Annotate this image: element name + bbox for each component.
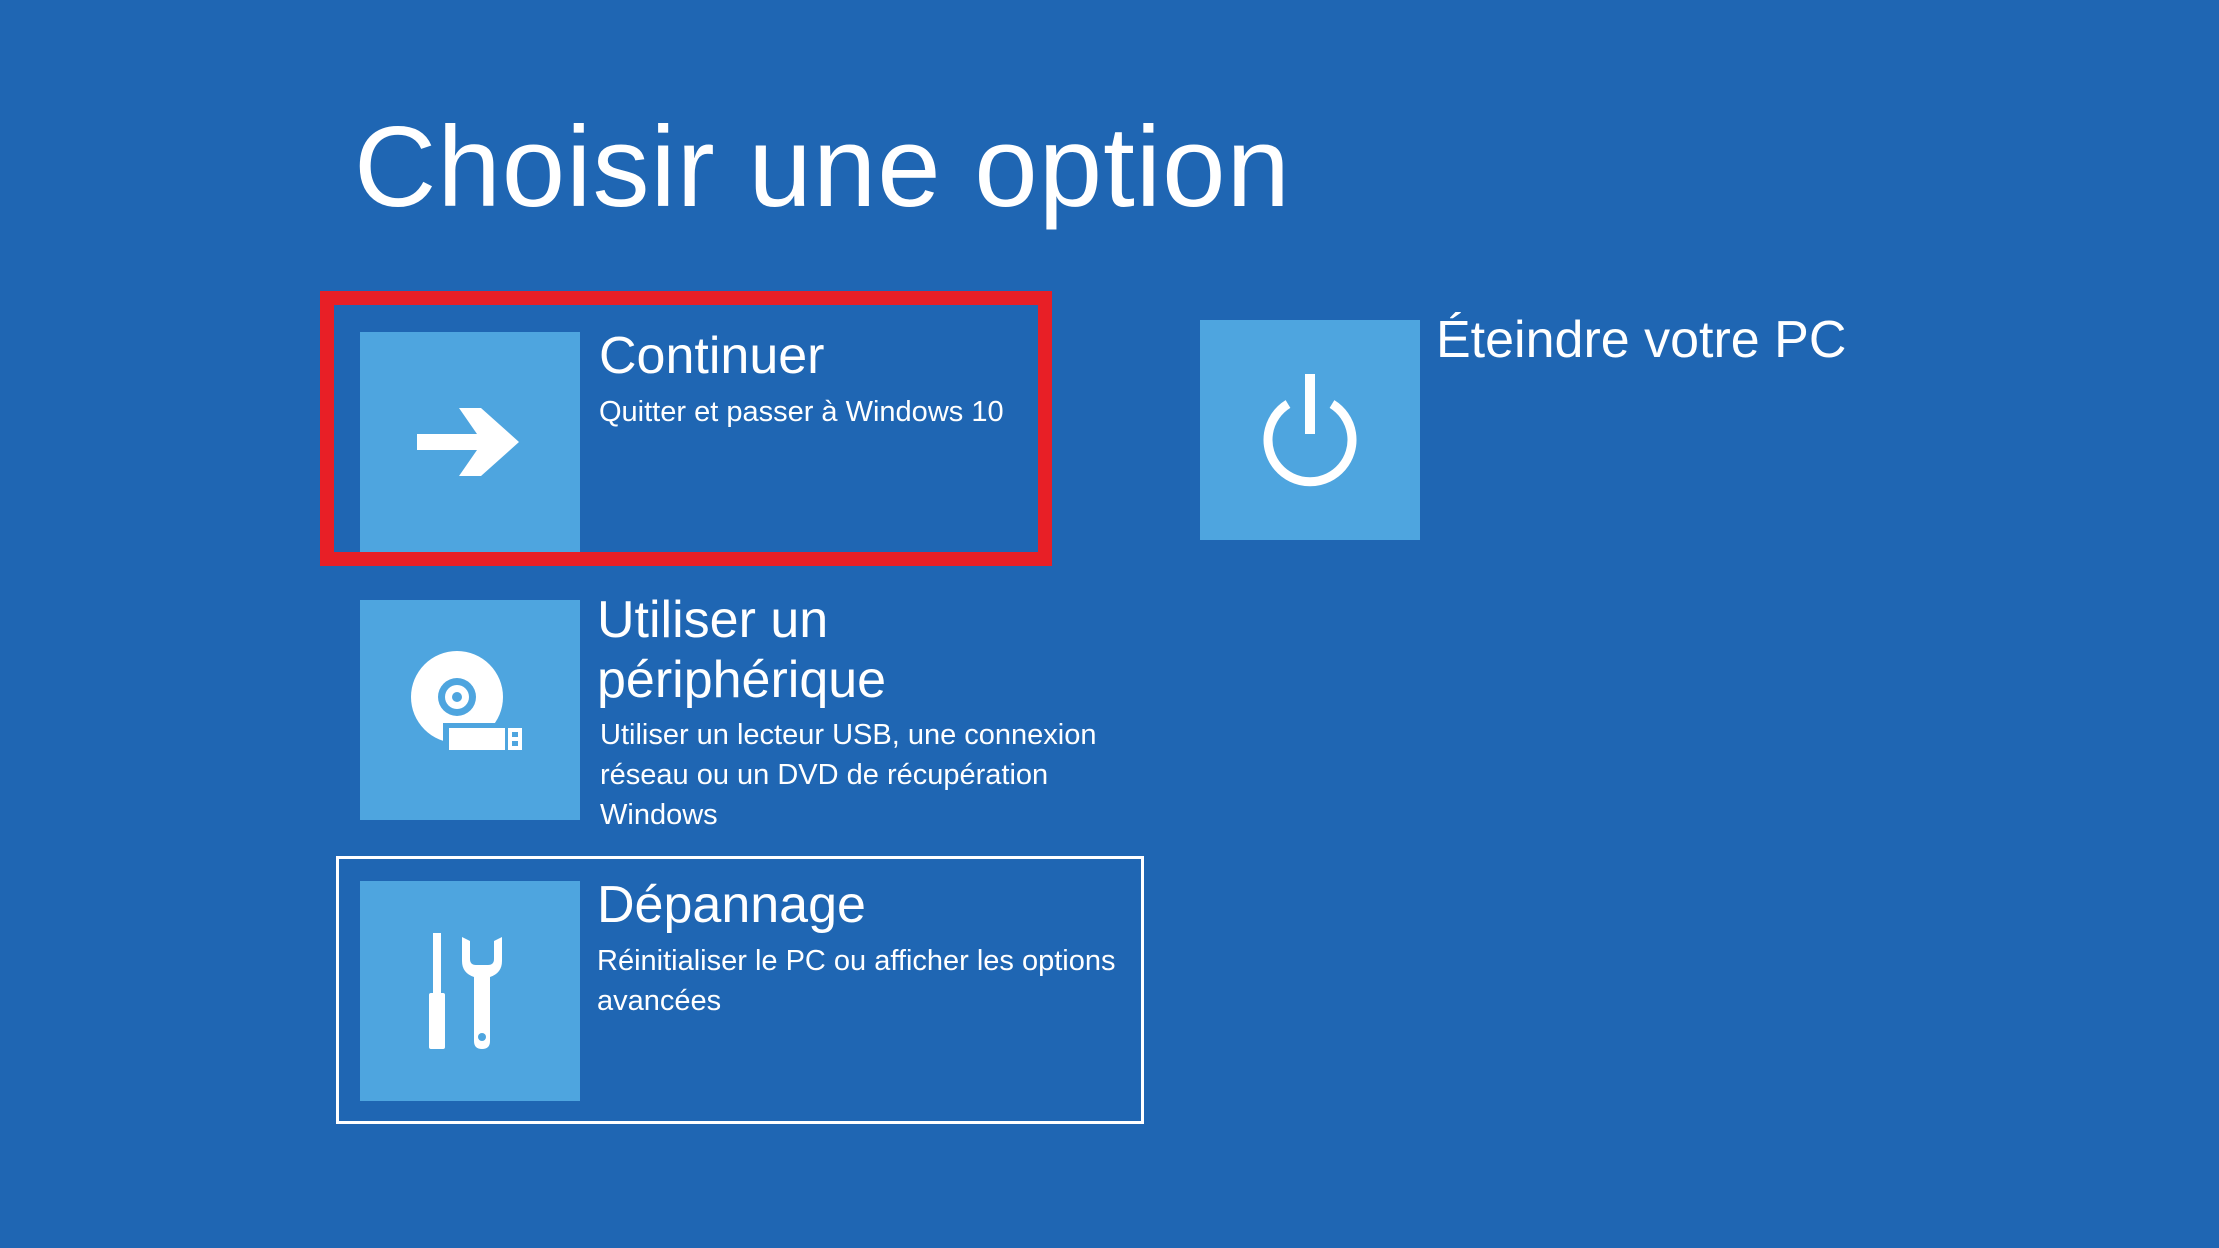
option-use-device-description: Utiliser un lecteur USB, une connexion r… xyxy=(600,719,1097,831)
option-continue-title: Continuer xyxy=(599,327,825,385)
option-troubleshoot-title: Dépannage xyxy=(597,876,866,934)
option-troubleshoot-tile[interactable] xyxy=(360,881,580,1101)
option-continue-tile[interactable] xyxy=(360,332,580,552)
option-shutdown-tile[interactable] xyxy=(1200,320,1420,540)
option-use-device[interactable]: Utiliser un périphérique Utiliser un lec… xyxy=(340,580,1140,850)
disc-usb-icon xyxy=(405,645,535,775)
option-use-device-title: Utiliser un périphérique xyxy=(597,591,887,709)
page-title: Choisir une option xyxy=(354,104,1291,231)
option-continue[interactable]: Continuer Quitter et passer à Windows 10 xyxy=(320,291,1052,566)
option-shutdown-title: Éteindre votre PC xyxy=(1436,311,1847,369)
option-use-device-tile[interactable] xyxy=(360,600,580,820)
tools-icon xyxy=(420,931,520,1051)
option-shutdown[interactable]: Éteindre votre PC xyxy=(1180,300,1880,560)
arrow-right-icon xyxy=(415,402,525,482)
option-troubleshoot[interactable]: Dépannage Réinitialiser le PC ou affiche… xyxy=(336,856,1144,1124)
option-troubleshoot-description: Réinitialiser le PC ou afficher les opti… xyxy=(597,945,1116,1017)
power-icon xyxy=(1255,370,1365,490)
option-continue-description: Quitter et passer à Windows 10 xyxy=(599,396,1004,428)
